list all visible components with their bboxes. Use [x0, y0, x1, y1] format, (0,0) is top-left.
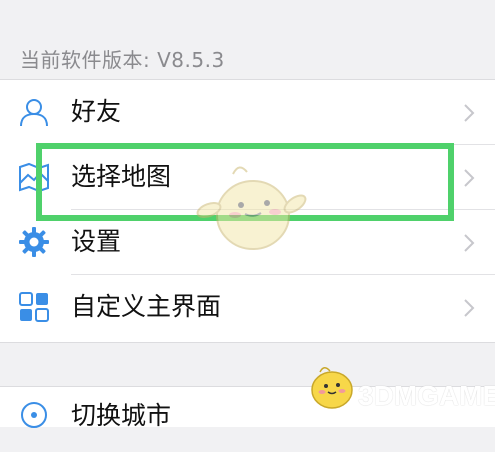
menu-group-2: 切换城市 [0, 386, 495, 430]
chevron-right-icon [462, 232, 476, 254]
menu-item-label: 自定义主界面 [71, 292, 222, 321]
menu-group: 好友 选择地图 设置 自定义主界面 [0, 79, 495, 343]
location-icon [18, 399, 50, 431]
menu-item-label: 设置 [71, 227, 122, 256]
chevron-right-icon [462, 167, 476, 189]
menu-item-label: 选择地图 [71, 162, 172, 191]
version-header: 当前软件版本: V8.5.3 [0, 0, 495, 79]
menu-item-label: 切换城市 [71, 401, 172, 430]
menu-item-label: 好友 [71, 97, 122, 126]
chevron-right-icon [462, 297, 476, 319]
chevron-right-icon [462, 102, 476, 124]
menu-item-switch-city[interactable]: 切换城市 [0, 387, 495, 452]
menu-item-friends[interactable]: 好友 [0, 80, 495, 145]
map-icon [18, 161, 50, 193]
menu-item-settings[interactable]: 设置 [0, 210, 495, 275]
version-text: 当前软件版本: V8.5.3 [20, 48, 225, 72]
friends-icon [18, 96, 50, 128]
menu-item-select-map[interactable]: 选择地图 [0, 145, 495, 210]
grid-icon [18, 291, 50, 323]
menu-item-customize-home[interactable]: 自定义主界面 [0, 275, 495, 340]
gear-icon [18, 226, 50, 258]
